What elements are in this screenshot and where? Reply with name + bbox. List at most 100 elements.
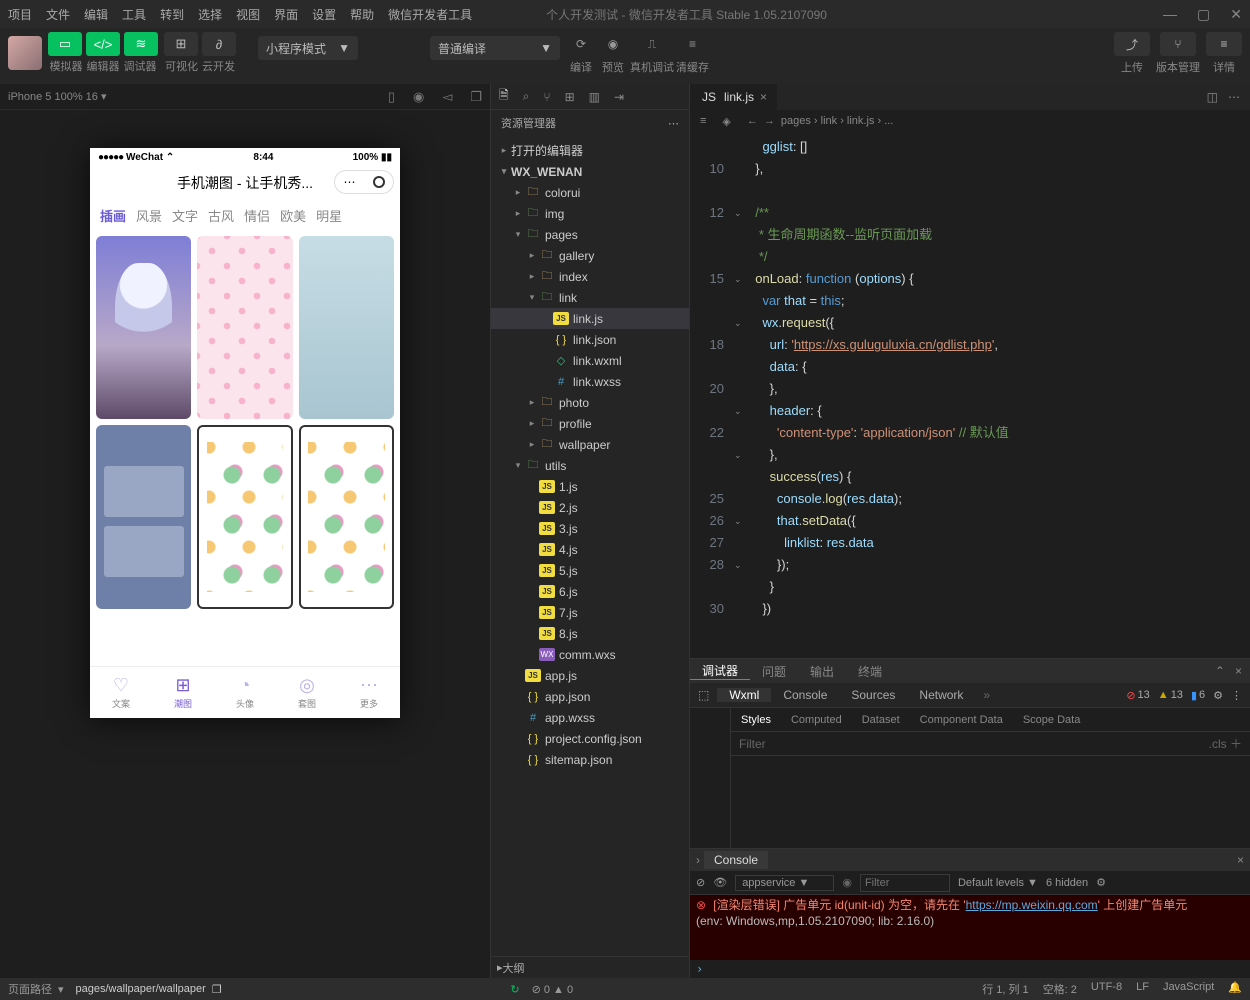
mode-select[interactable]: 小程序模式▼ <box>258 36 358 60</box>
mute-icon[interactable]: ◅ <box>442 89 452 105</box>
close-icon[interactable]: × <box>1237 853 1244 867</box>
list-icon[interactable]: ≡ <box>700 115 706 127</box>
split-icon[interactable]: ◫ <box>1207 90 1218 104</box>
file-node[interactable]: { }link.json <box>491 329 689 350</box>
context-select[interactable]: appservice ▼ <box>735 875 834 891</box>
console-filter[interactable] <box>860 874 950 892</box>
menu-item[interactable]: 设置 <box>312 8 336 22</box>
file-node[interactable]: ▸🗀colorui <box>491 182 689 203</box>
editor-toggle[interactable]: </> <box>86 32 120 56</box>
menu-item[interactable]: 转到 <box>160 8 184 22</box>
file-node[interactable]: ▸🗀img <box>491 203 689 224</box>
copy-icon[interactable]: ❐ <box>470 89 482 105</box>
file-node[interactable]: JS3.js <box>491 518 689 539</box>
menu-item[interactable]: 微信开发者工具 <box>388 8 472 22</box>
more-icon[interactable]: ⋯ <box>668 117 679 130</box>
back-icon[interactable]: ← <box>747 115 758 127</box>
phone-simulator[interactable]: ●●●●● WeChat ⌃ 8:44 100% ▮▮ 手机潮图 - 让手机秀.… <box>90 148 400 718</box>
gear-icon[interactable]: ⚙ <box>1096 876 1106 889</box>
cloud-toggle[interactable]: ∂ <box>202 32 236 56</box>
tool-icon[interactable]: ≡ <box>678 32 708 56</box>
code-editor[interactable]: 10 12 15 18 20 22 25262728 30 ⌄ ⌄ ⌄ ⌄ ⌄ … <box>690 132 1250 658</box>
file-node[interactable]: ▸🗀index <box>491 266 689 287</box>
menu-item[interactable]: 选择 <box>198 8 222 22</box>
menu-item[interactable]: 文件 <box>46 8 70 22</box>
wxml-tree[interactable] <box>690 708 730 848</box>
file-node[interactable]: { }sitemap.json <box>491 749 689 770</box>
file-node[interactable]: ▸🗀photo <box>491 392 689 413</box>
file-node[interactable]: #app.wxss <box>491 707 689 728</box>
tool-icon[interactable]: ⟳ <box>566 32 596 56</box>
file-node[interactable]: JSlink.js <box>491 308 689 329</box>
file-node[interactable]: { }app.json <box>491 686 689 707</box>
record-icon[interactable]: ◉ <box>413 89 424 105</box>
category-tabs[interactable]: 插画风景文字古风情侣欧美明星 <box>90 200 400 230</box>
eye-icon[interactable]: 👁 <box>713 876 727 889</box>
wallpaper-thumb[interactable] <box>299 236 394 419</box>
grid-icon[interactable]: ⊞ <box>565 90 575 104</box>
menu-item[interactable]: 帮助 <box>350 8 374 22</box>
bookmark-icon[interactable]: ◈ <box>722 115 730 128</box>
menu-item[interactable]: 项目 <box>8 8 32 22</box>
device-icon[interactable]: ▯ <box>388 89 395 105</box>
tool-icon[interactable]: ≡ <box>1206 32 1242 56</box>
menu-item[interactable]: 编辑 <box>84 8 108 22</box>
file-tree[interactable]: ▸打开的编辑器▾WX_WENAN▸🗀colorui▸🗀img▾🗀pages▸🗀g… <box>491 136 689 956</box>
close-button[interactable]: ✕ <box>1230 6 1242 23</box>
file-node[interactable]: ▸🗀wallpaper <box>491 434 689 455</box>
menu-item[interactable]: 工具 <box>122 8 146 22</box>
file-node[interactable]: JS8.js <box>491 623 689 644</box>
file-node[interactable]: ▾🗀pages <box>491 224 689 245</box>
tool-icon[interactable]: ⤴ <box>1114 32 1150 56</box>
file-node[interactable]: JSapp.js <box>491 665 689 686</box>
file-node[interactable]: JS6.js <box>491 581 689 602</box>
chevron-right-icon[interactable]: › <box>696 853 700 867</box>
more-icon[interactable]: ⋯ <box>1228 90 1240 104</box>
close-icon[interactable]: × <box>760 90 767 104</box>
console-tab[interactable]: Console <box>704 851 768 869</box>
console-input[interactable]: › <box>690 960 1250 978</box>
refresh-icon[interactable]: ↻ <box>510 983 519 996</box>
maximize-button[interactable]: ▢ <box>1197 6 1210 23</box>
tool-icon[interactable]: ⑂ <box>1160 32 1196 56</box>
file-node[interactable]: WXcomm.wxs <box>491 644 689 665</box>
files-icon[interactable]: 🗎 <box>499 86 509 107</box>
minimize-button[interactable]: ― <box>1163 6 1177 23</box>
visual-toggle[interactable]: ⊞ <box>164 32 198 56</box>
forward-icon[interactable]: → <box>764 115 775 127</box>
simulator-toggle[interactable]: ▭ <box>48 32 82 56</box>
file-node[interactable]: JS2.js <box>491 497 689 518</box>
branch-icon[interactable]: ⑂ <box>543 90 550 104</box>
breadcrumbs[interactable]: ≡ ◈ ← → pages › link › link.js › ... <box>690 110 1250 132</box>
copy-icon[interactable]: ❐ <box>212 983 222 996</box>
eye-icon[interactable]: ◉ <box>842 876 852 889</box>
file-node[interactable]: ▸🗀gallery <box>491 245 689 266</box>
outline-header[interactable]: ▸ 大纲 <box>491 956 689 978</box>
wallpaper-thumb[interactable] <box>299 425 394 608</box>
capsule[interactable]: ⋯ <box>334 170 394 194</box>
tool-icon[interactable]: ◉ <box>598 32 628 56</box>
wallpaper-thumb[interactable] <box>96 425 191 608</box>
filter-input[interactable]: Filter <box>739 737 766 751</box>
avatar[interactable] <box>8 36 42 70</box>
search-icon[interactable]: ⌕ <box>523 89 530 104</box>
ext-icon[interactable]: ⇥ <box>614 90 624 104</box>
device-label[interactable]: iPhone 5 100% 16 ▾ <box>8 90 107 103</box>
wallpaper-thumb[interactable] <box>197 236 292 419</box>
bottom-tabbar[interactable]: ♡文案⊞潮图◔头像◎套图⋯更多 <box>90 666 400 718</box>
build-select[interactable]: 普通编译▼ <box>430 36 560 60</box>
settings-icon[interactable]: ⚙ <box>1213 689 1223 702</box>
menu-item[interactable]: 界面 <box>274 8 298 22</box>
levels-select[interactable]: Default levels ▼ <box>958 877 1038 889</box>
menu-item[interactable]: 视图 <box>236 8 260 22</box>
file-node[interactable]: JS7.js <box>491 602 689 623</box>
wallpaper-thumb[interactable] <box>197 425 292 608</box>
more-icon[interactable]: ⋮ <box>1231 689 1242 702</box>
file-node[interactable]: ◇link.wxml <box>491 350 689 371</box>
tool-icon[interactable]: ⎍ <box>637 32 667 56</box>
file-node[interactable]: ▾🗀link <box>491 287 689 308</box>
file-node[interactable]: { }project.config.json <box>491 728 689 749</box>
debugger-toggle[interactable]: ≋ <box>124 32 158 56</box>
file-node[interactable]: JS1.js <box>491 476 689 497</box>
bell-icon[interactable]: 🔔 <box>1228 981 1242 997</box>
